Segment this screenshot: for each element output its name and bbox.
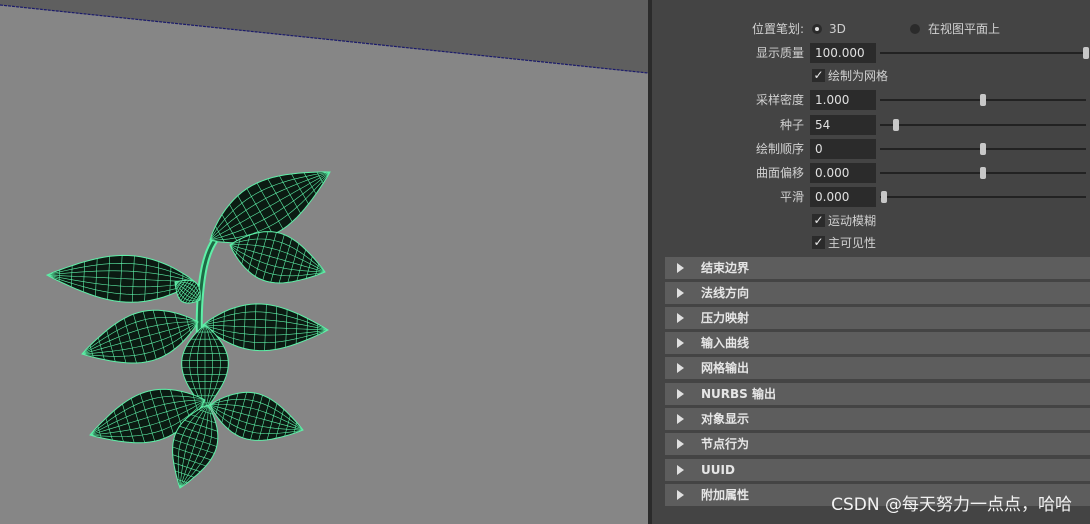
radio-view-plane[interactable] bbox=[910, 24, 920, 34]
expand-triangle-icon bbox=[677, 363, 684, 373]
section-title: 节点行为 bbox=[701, 437, 750, 451]
brush-position-row: 位置笔划: 3D 在视图平面上 bbox=[652, 18, 1090, 40]
expand-triangle-icon bbox=[677, 465, 684, 475]
leaf-mesh bbox=[174, 279, 201, 304]
slider-handle[interactable] bbox=[980, 143, 986, 155]
draw-order-label: 绘制顺序 bbox=[755, 142, 804, 156]
section-title: NURBS 输出 bbox=[701, 387, 776, 401]
section-normal-direction[interactable]: 法线方向 bbox=[665, 282, 1090, 304]
radio-view-plane-label: 在视图平面上 bbox=[928, 22, 1001, 36]
slider-handle[interactable] bbox=[980, 167, 986, 179]
slider-handle[interactable] bbox=[893, 119, 900, 131]
plant-mesh-render bbox=[0, 0, 648, 489]
radio-3d-label: 3D bbox=[829, 22, 846, 36]
leaf-mesh bbox=[81, 309, 199, 364]
watermark-text: CSDN @每天努力一点点，哈哈 bbox=[831, 495, 1072, 515]
expand-triangle-icon bbox=[677, 313, 684, 323]
plant-mesh bbox=[45, 171, 331, 489]
background-wall bbox=[0, 0, 648, 73]
brush-position-label: 位置笔划: bbox=[751, 22, 804, 36]
display-quality-label: 显示质量 bbox=[755, 46, 804, 60]
section-title: UUID bbox=[701, 463, 735, 477]
section-title: 附加属性 bbox=[701, 488, 750, 502]
sample-density-label: 采样密度 bbox=[755, 93, 804, 107]
surface-offset-label: 曲面偏移 bbox=[755, 166, 804, 180]
section-title: 输入曲线 bbox=[701, 336, 750, 350]
expand-triangle-icon bbox=[677, 338, 684, 348]
draw-as-mesh-checkbox[interactable]: ✓ bbox=[812, 69, 825, 82]
section-pressure-mapping[interactable]: 压力映射 bbox=[665, 307, 1090, 329]
section-title: 网格输出 bbox=[701, 361, 750, 375]
display-quality-field[interactable]: 100.000 bbox=[810, 43, 876, 63]
section-uuid[interactable]: UUID bbox=[665, 459, 1090, 481]
smoothing-row: 平滑 0.000 bbox=[652, 186, 1090, 208]
primary-visibility-label: 主可见性 bbox=[828, 236, 877, 250]
motion-blur-row: ✓ 运动模糊 bbox=[652, 210, 1090, 232]
section-title: 压力映射 bbox=[701, 311, 750, 325]
section-title: 对象显示 bbox=[701, 412, 750, 426]
section-mesh-output[interactable]: 网格输出 bbox=[665, 357, 1090, 379]
expand-triangle-icon bbox=[677, 389, 684, 399]
smoothing-slider[interactable] bbox=[880, 191, 1086, 203]
slider-handle[interactable] bbox=[980, 94, 986, 106]
sample-density-field[interactable]: 1.000 bbox=[810, 90, 876, 110]
section-end-bounds[interactable]: 结束边界 bbox=[665, 257, 1090, 279]
radio-3d[interactable] bbox=[812, 24, 822, 34]
primary-visibility-row: ✓ 主可见性 bbox=[652, 232, 1090, 254]
draw-order-slider[interactable] bbox=[880, 143, 1086, 155]
expand-triangle-icon bbox=[677, 288, 684, 298]
motion-blur-checkbox[interactable]: ✓ bbox=[812, 214, 825, 227]
surface-offset-slider[interactable] bbox=[880, 167, 1086, 179]
slider-handle[interactable] bbox=[881, 191, 888, 203]
leaf-mesh bbox=[229, 231, 326, 284]
surface-offset-row: 曲面偏移 0.000 bbox=[652, 162, 1090, 184]
display-quality-row: 显示质量 100.000 bbox=[652, 42, 1090, 64]
section-node-behavior[interactable]: 节点行为 bbox=[665, 433, 1090, 455]
draw-as-mesh-row: ✓ 绘制为网格 bbox=[652, 65, 1090, 87]
draw-order-row: 绘制顺序 0 bbox=[652, 138, 1090, 160]
sample-density-row: 采样密度 1.000 bbox=[652, 89, 1090, 111]
slider-handle[interactable] bbox=[1083, 47, 1089, 59]
motion-blur-label: 运动模糊 bbox=[828, 214, 877, 228]
section-nurbs-output[interactable]: NURBS 输出 bbox=[665, 383, 1090, 405]
leaf-mesh bbox=[45, 254, 196, 303]
section-object-display[interactable]: 对象显示 bbox=[665, 408, 1090, 430]
section-title: 结束边界 bbox=[701, 261, 750, 275]
seed-row: 种子 54 bbox=[652, 114, 1090, 136]
expand-triangle-icon bbox=[677, 490, 684, 500]
display-quality-slider[interactable] bbox=[880, 47, 1089, 59]
expand-triangle-icon bbox=[677, 439, 684, 449]
leaf-mesh bbox=[209, 391, 304, 441]
smoothing-label: 平滑 bbox=[779, 190, 804, 204]
seed-slider[interactable] bbox=[880, 119, 1086, 131]
seed-label: 种子 bbox=[779, 118, 804, 132]
surface-offset-field[interactable]: 0.000 bbox=[810, 163, 876, 183]
draw-as-mesh-label: 绘制为网格 bbox=[828, 69, 889, 83]
draw-order-field[interactable]: 0 bbox=[810, 139, 876, 159]
sample-density-slider[interactable] bbox=[880, 94, 1086, 106]
section-title: 法线方向 bbox=[701, 286, 750, 300]
smoothing-field[interactable]: 0.000 bbox=[810, 187, 876, 207]
3d-viewport[interactable] bbox=[0, 0, 648, 524]
seed-field[interactable]: 54 bbox=[810, 115, 876, 135]
expand-triangle-icon bbox=[677, 414, 684, 424]
section-input-curves[interactable]: 输入曲线 bbox=[665, 332, 1090, 354]
attribute-editor-panel: 位置笔划: 3D 在视图平面上 显示质量 100.000 ✓ 绘制为网格 采样密… bbox=[652, 0, 1090, 524]
expand-triangle-icon bbox=[677, 263, 684, 273]
primary-visibility-checkbox[interactable]: ✓ bbox=[812, 236, 825, 249]
